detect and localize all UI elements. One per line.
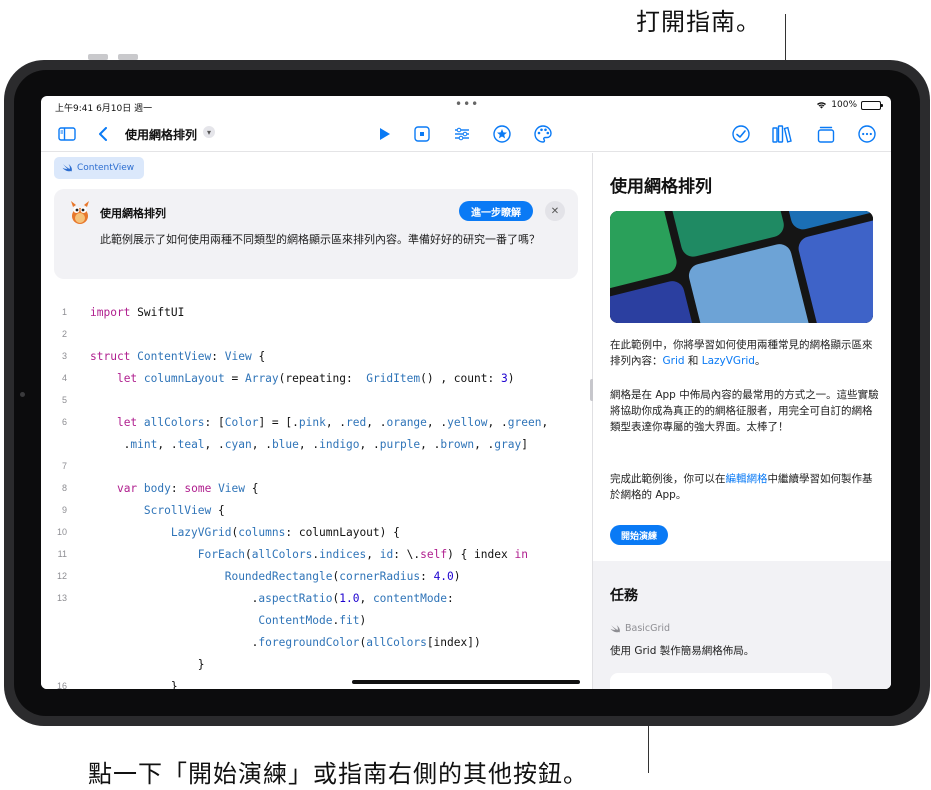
multitasking-dots[interactable]: •••: [455, 97, 479, 111]
ipad-screen: 上午9:41 6月10日 週一 ••• 100% 使用網格排列 ▾ Conten…: [41, 96, 891, 689]
mascot-icon: [68, 199, 92, 225]
close-banner-button[interactable]: ✕: [545, 201, 565, 221]
document-title[interactable]: 使用網格排列: [125, 126, 197, 143]
more-icon[interactable]: [857, 124, 877, 144]
palette-icon[interactable]: [533, 124, 553, 144]
task-card[interactable]: [610, 673, 832, 689]
guide-hero-image: [610, 211, 873, 323]
status-battery-group: 100%: [816, 100, 883, 110]
guide-intro-paragraph: 在此範例中，你將學習如何使用兩種常見的網格顯示區來排列內容：Grid 和 Laz…: [610, 339, 873, 367]
file-tag-label: ContentView: [77, 163, 135, 173]
task-file-label: BasicGrid: [610, 623, 670, 634]
guide-next-steps-paragraph: 完成此範例後，你可以在編輯網格中繼續學習如何製作基於網格的 App。: [610, 473, 873, 501]
camera-dot: [20, 392, 25, 397]
checkmark-icon[interactable]: [731, 124, 751, 144]
title-menu-chevron-icon[interactable]: ▾: [203, 126, 215, 138]
stop-icon[interactable]: [412, 124, 432, 144]
guide-title: 使用網格排列: [610, 177, 712, 197]
start-walkthrough-button[interactable]: 開始演練: [610, 525, 669, 545]
tasks-section: 任務 BasicGrid 使用 Grid 製作簡易網格佈局。: [593, 561, 891, 689]
intro-banner: 使用網格排列 進一步瞭解 ✕ 此範例展示了如何使用兩種不同類型的網格顯示區來排列…: [54, 189, 578, 279]
sidebar-icon[interactable]: [57, 124, 77, 144]
banner-title: 使用網格排列: [100, 207, 166, 220]
toolbar: 使用網格排列 ▾: [41, 116, 891, 152]
edit-grid-link[interactable]: 編輯網格: [726, 473, 768, 485]
volume-button-second: [88, 54, 108, 60]
volume-button-top: [118, 54, 138, 60]
battery-percent: 100%: [831, 100, 857, 110]
back-icon[interactable]: [93, 124, 113, 144]
code-editor: ContentView 使用網格排列 進一步瞭解 ✕ 此範例展示了如何使用兩種不…: [41, 153, 592, 689]
status-time: 上午9:41 6月10日 週一: [55, 104, 153, 114]
tasks-heading: 任務: [610, 588, 638, 604]
callout-open-guide: 打開指南。: [636, 8, 761, 36]
banner-description: 此範例展示了如何使用兩種不同類型的網格顯示區來排列內容。準備好好的研究一番了嗎？: [100, 233, 540, 246]
battery-icon: [861, 100, 883, 110]
guide-description-paragraph: 網格是在 App 中佈局內容的最常用的方式之一。這些實驗將協助你成為真正的的網格…: [610, 389, 879, 433]
swift-icon: [62, 164, 73, 173]
guide-books-icon[interactable]: [772, 124, 792, 144]
settings-sliders-icon[interactable]: [452, 124, 472, 144]
run-icon[interactable]: [375, 124, 395, 144]
lazyvgrid-link[interactable]: LazyVGrid: [702, 355, 755, 367]
status-bar: 上午9:41 6月10日 週一 ••• 100%: [41, 96, 891, 116]
star-icon[interactable]: [492, 124, 512, 144]
grid-link[interactable]: Grid: [663, 355, 685, 367]
task-description: 使用 Grid 製作簡易網格佈局。: [610, 645, 755, 657]
windows-icon[interactable]: [816, 124, 836, 144]
file-tag[interactable]: ContentView: [54, 157, 145, 179]
guide-panel: 使用網格排列 在此範例中，你將學習如何使用兩種常見的網格顯示區來排列內容：Gri…: [593, 153, 891, 689]
home-indicator[interactable]: [352, 680, 580, 684]
swift-icon: [610, 624, 621, 633]
callout-start-walkthrough: 點一下「開始演練」或指南右側的其他按鈕。: [88, 760, 588, 788]
wifi-icon: [817, 102, 827, 109]
learn-more-button[interactable]: 進一步瞭解: [459, 201, 533, 221]
